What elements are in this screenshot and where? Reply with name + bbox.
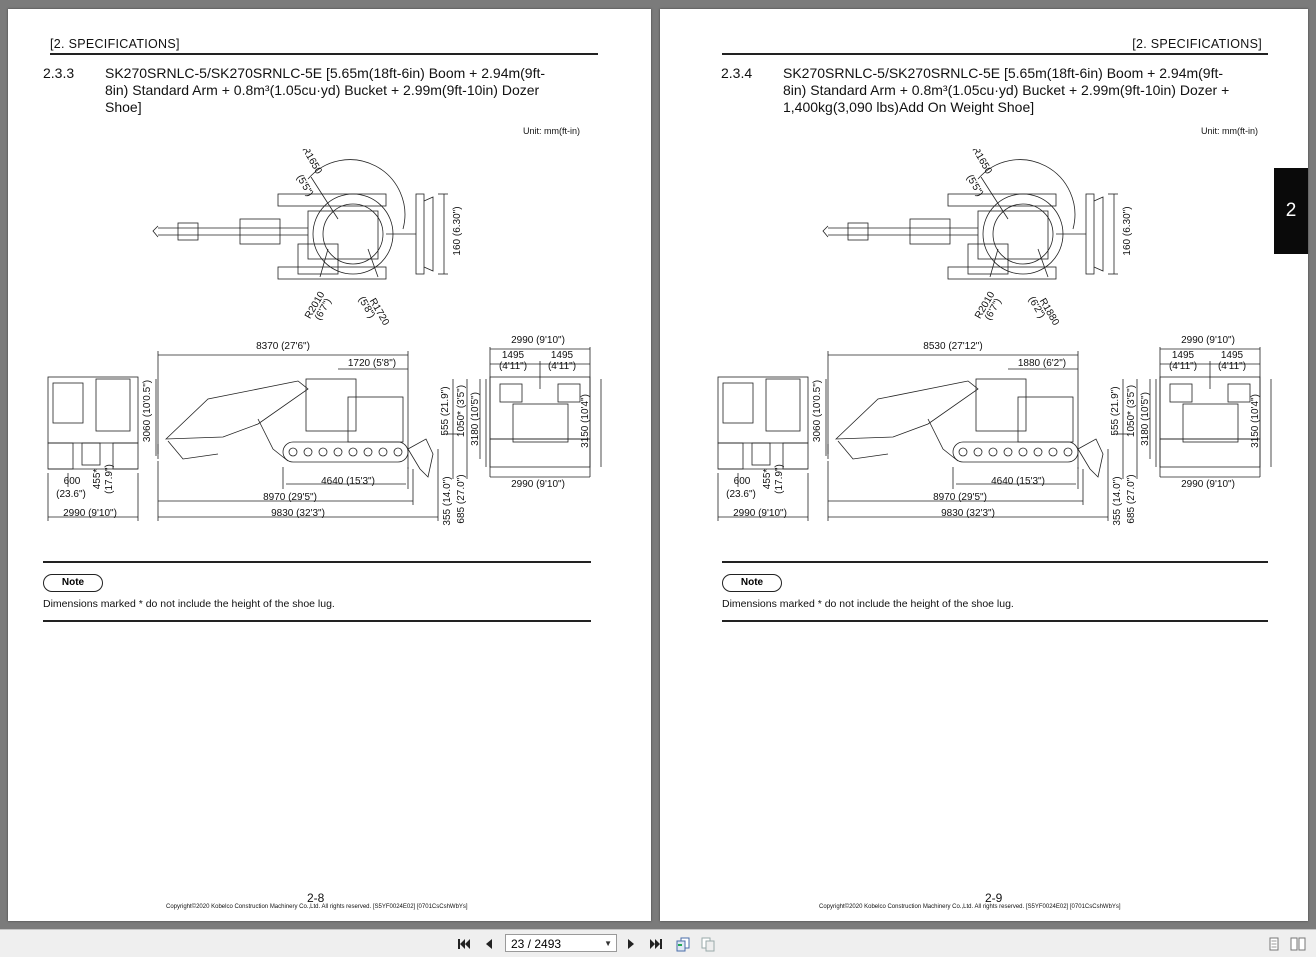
title-line: Shoe]	[105, 99, 142, 115]
tail-swing-label: 1880 (6'2")	[1018, 358, 1066, 369]
track-length-label: 4640 (15'3")	[321, 476, 375, 487]
note-top-rule	[722, 561, 1268, 563]
two-page-icon[interactable]	[1290, 936, 1306, 952]
track-length-label: 4640 (15'3")	[991, 476, 1045, 487]
section-title: SK270SRNLC-5/SK270SRNLC-5E [5.65m(18ft-6…	[783, 65, 1265, 116]
last-page-icon[interactable]	[648, 936, 664, 952]
depth-355-label: 355 (14.0")	[1112, 476, 1123, 525]
note-bottom-rule	[722, 620, 1268, 622]
navigation-toolbar: 23 / 2493 ▼	[0, 929, 1316, 957]
clearance-455-label: 455*	[762, 469, 773, 490]
shoe-600-label: 600	[64, 476, 81, 487]
page-number: 2-9	[985, 891, 1003, 905]
rear-1495a-ft-label: (4'11")	[499, 361, 527, 372]
rear-width-bottom-label: 2990 (9'10")	[1181, 479, 1235, 490]
depth-355-label: 355 (14.0")	[442, 476, 453, 525]
side-view-drawing	[155, 351, 481, 521]
rear-1495a-label: 1495	[502, 350, 525, 361]
note-text: Dimensions marked * do not include the h…	[43, 598, 335, 610]
header-rule	[722, 53, 1268, 55]
page-indicator-text: 23 / 2493	[511, 937, 562, 951]
copyright: Copyright©2020 Kobelco Construction Mach…	[166, 904, 468, 910]
header-rule	[50, 53, 598, 55]
document-page-right: [2. SPECIFICATIONS] 2.3.4 SK270SRNLC-5/S…	[660, 9, 1308, 921]
clearance-455-in-label: (17.9")	[104, 464, 115, 494]
chapter-tab[interactable]: 2	[1274, 168, 1308, 254]
page-number: 2-8	[307, 891, 325, 905]
overall-length-label: 8370 (27'6")	[256, 341, 310, 352]
section-title: SK270SRNLC-5/SK270SRNLC-5E [5.65m(18ft-6…	[105, 65, 585, 116]
height-1050-label: 1050* (3'5")	[456, 385, 467, 437]
page-number-input[interactable]: 23 / 2493 ▼	[505, 934, 617, 952]
rear-1495b-label: 1495	[551, 350, 574, 361]
length-8970-label: 8970 (29'5")	[933, 492, 987, 503]
length-9830-label: 9830 (32'3")	[271, 508, 325, 519]
unit-label: Unit: mm(ft-in)	[523, 126, 580, 136]
front-width-label: 2990 (9'10")	[63, 508, 117, 519]
title-line: 1,400kg(3,090 lbs)Add On Weight Shoe]	[783, 99, 1035, 115]
note-bottom-rule	[43, 620, 591, 622]
length-8970-label: 8970 (29'5")	[263, 492, 317, 503]
prev-view-icon[interactable]	[675, 936, 691, 952]
rear-1495b-ft-label: (4'11")	[1218, 361, 1246, 372]
title-line: SK270SRNLC-5/SK270SRNLC-5E [5.65m(18ft-6…	[105, 65, 546, 81]
rear-height-3150-label: 3150 (10'4")	[1250, 394, 1261, 448]
title-line: 8in) Standard Arm + 0.8m³(1.05cu·yd) Buc…	[105, 82, 540, 98]
rear-1495b-label: 1495	[1221, 350, 1244, 361]
rear-1495a-ft-label: (4'11")	[1169, 361, 1197, 372]
rear-height-3150-label: 3150 (10'4")	[580, 394, 591, 448]
next-page-icon[interactable]	[623, 936, 639, 952]
height-555-label: 555 (21.9")	[1110, 386, 1121, 435]
next-view-icon[interactable]	[700, 936, 716, 952]
height-3180-label: 3180 (10'5")	[470, 392, 481, 446]
radius-top-ft-label: (5'5")	[294, 173, 315, 199]
note-badge: Note	[722, 574, 782, 592]
height-555-label: 555 (21.9")	[440, 386, 451, 435]
rear-1495b-ft-label: (4'11")	[548, 361, 576, 372]
title-line: SK270SRNLC-5/SK270SRNLC-5E [5.65m(18ft-6…	[783, 65, 1224, 81]
side-view-drawing	[825, 351, 1151, 521]
rear-width-top-label: 2990 (9'10")	[511, 335, 565, 346]
length-9830-label: 9830 (32'3")	[941, 508, 995, 519]
prev-page-icon[interactable]	[481, 936, 497, 952]
depth-685-label: 685 (27.0")	[1126, 474, 1137, 523]
height-3060-label: 3060 (10'0.5")	[142, 380, 153, 442]
radius-top-ft-label: (5'5")	[964, 173, 985, 199]
dim-160-label: 160 (6.30")	[452, 206, 463, 255]
note-badge: Note	[43, 574, 103, 592]
clearance-455-label: 455*	[92, 469, 103, 490]
dim-160-label: 160 (6.30")	[1122, 206, 1133, 255]
shoe-600-label: 600	[734, 476, 751, 487]
section-number: 2.3.4	[721, 65, 753, 81]
page-header: [2. SPECIFICATIONS]	[50, 37, 180, 51]
rear-width-bottom-label: 2990 (9'10")	[511, 479, 565, 490]
section-number: 2.3.3	[43, 65, 75, 81]
single-page-icon[interactable]	[1266, 936, 1282, 952]
specification-drawing: R1650 (5'5") 160 (6.30") R2010 (6'7") R1…	[717, 149, 1272, 526]
front-width-label: 2990 (9'10")	[733, 508, 787, 519]
specification-drawing: R1650 (5'5") 160 (6.30") R2010 (6'7") R1…	[47, 149, 602, 526]
height-1050-label: 1050* (3'5")	[1126, 385, 1137, 437]
page-header: [2. SPECIFICATIONS]	[1132, 37, 1262, 51]
title-line: 8in) Standard Arm + 0.8m³(1.05cu·yd) Buc…	[783, 82, 1230, 98]
tail-swing-label: 1720 (5'8")	[348, 358, 396, 369]
unit-label: Unit: mm(ft-in)	[1201, 126, 1258, 136]
shoe-600-in-label: (23.6")	[56, 489, 86, 500]
chevron-down-icon[interactable]: ▼	[604, 935, 612, 953]
shoe-600-in-label: (23.6")	[726, 489, 756, 500]
overall-length-label: 8530 (27'12")	[923, 341, 982, 352]
first-page-icon[interactable]	[456, 936, 472, 952]
rear-1495a-label: 1495	[1172, 350, 1195, 361]
rear-width-top-label: 2990 (9'10")	[1181, 335, 1235, 346]
height-3060-label: 3060 (10'0.5")	[812, 380, 823, 442]
copyright: Copyright©2020 Kobelco Construction Mach…	[819, 904, 1121, 910]
height-3180-label: 3180 (10'5")	[1140, 392, 1151, 446]
note-text: Dimensions marked * do not include the h…	[722, 598, 1014, 610]
document-page-left: [2. SPECIFICATIONS] 2.3.3 SK270SRNLC-5/S…	[8, 9, 651, 921]
clearance-455-in-label: (17.9")	[774, 464, 785, 494]
depth-685-label: 685 (27.0")	[456, 474, 467, 523]
note-top-rule	[43, 561, 591, 563]
